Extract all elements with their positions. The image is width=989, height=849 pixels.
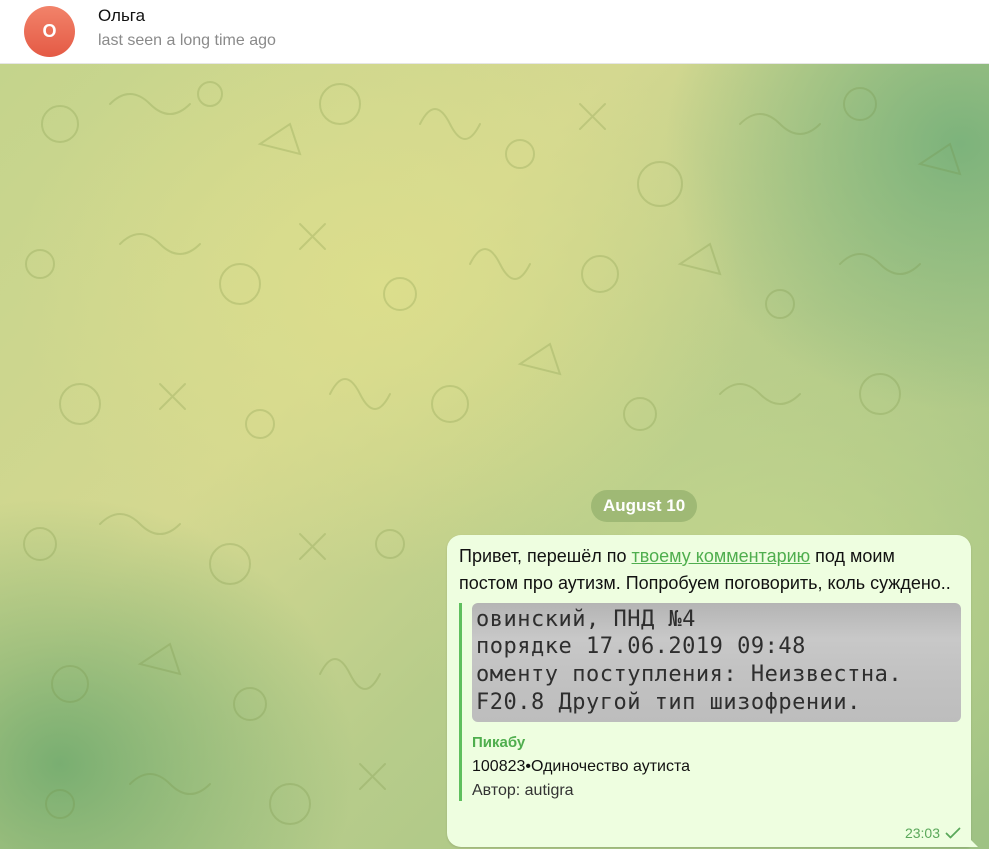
chat-header: О Ольга last seen a long time ago [0,0,989,64]
message-text: Привет, перешёл по твоему комментарию по… [459,543,959,597]
link-preview-site: Пикабу [472,734,526,751]
link-preview-title: 100823•Одиночество аутиста [472,758,690,775]
check-icon [945,827,961,839]
chat-background: August 10 Привет, перешёл по твоему комм… [0,64,989,849]
message-text-part: Привет, перешёл по [459,546,632,566]
message-time: 23:03 [904,825,940,841]
preview-image-text-line: F20.8 Другой тип шизофрении. [476,690,861,715]
message-bubble[interactable]: Привет, перешёл по твоему комментарию по… [447,535,978,847]
link-preview-description: Автор: autigra [472,782,574,799]
message-meta: 23:03 [905,825,961,841]
link-preview[interactable]: овинский, ПНД №4 порядке 17.06.2019 09:4… [459,603,961,801]
preview-image-text-line: порядке 17.06.2019 09:48 [476,634,806,659]
link-preview-image[interactable]: овинский, ПНД №4 порядке 17.06.2019 09:4… [472,603,961,722]
contact-info[interactable]: Ольга last seen a long time ago [98,6,276,52]
date-separator: August 10 [591,490,698,522]
contact-name: Ольга [98,5,146,25]
preview-image-text-line: оменту поступления: Неизвестна. [476,662,903,687]
preview-image-text-line: овинский, ПНД №4 [476,607,696,632]
contact-status: last seen a long time ago [98,31,276,49]
comment-link[interactable]: твоему комментарию [632,546,811,566]
avatar[interactable]: О [24,6,75,57]
